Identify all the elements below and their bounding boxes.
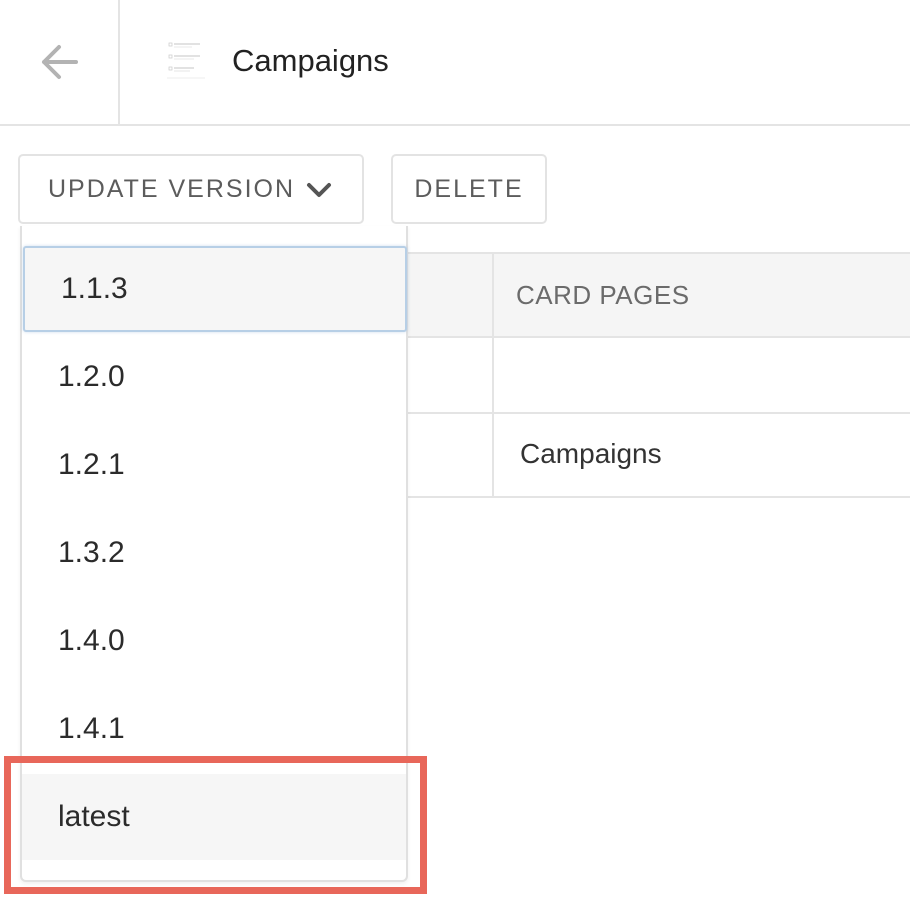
delete-button[interactable]: DELETE [391, 154, 547, 224]
chevron-down-icon [307, 183, 331, 197]
table-row[interactable]: Campaigns [406, 414, 910, 498]
top-bar: Campaigns [0, 0, 910, 126]
version-option-1-1-3[interactable]: 1.1.3 [23, 246, 407, 332]
version-option-1-3-2[interactable]: 1.3.2 [22, 510, 406, 596]
column-header-card-pages[interactable]: CARD PAGES [516, 280, 690, 311]
column-divider [492, 252, 494, 498]
table-cell: Campaigns [520, 438, 662, 469]
table-header: CARD PAGES [406, 252, 910, 338]
version-option-latest[interactable]: latest [22, 774, 406, 860]
page-title: Campaigns [232, 43, 389, 78]
version-dropdown-menu: 1.1.3 1.2.0 1.2.1 1.3.2 1.4.0 1.4.1 late… [20, 226, 408, 882]
version-option-1-2-1[interactable]: 1.2.1 [22, 422, 406, 508]
update-version-button[interactable]: UPDATE VERSION [18, 154, 364, 224]
page-thumbnail-icon [165, 39, 207, 81]
table-row[interactable] [406, 338, 910, 414]
arrow-left-icon [42, 45, 78, 79]
version-option-1-4-0[interactable]: 1.4.0 [22, 598, 406, 684]
version-option-1-4-1[interactable]: 1.4.1 [22, 686, 406, 772]
delete-label: DELETE [414, 174, 524, 203]
back-button[interactable] [0, 0, 120, 124]
version-option-1-2-0[interactable]: 1.2.0 [22, 334, 406, 420]
update-version-label: UPDATE VERSION [48, 174, 296, 203]
